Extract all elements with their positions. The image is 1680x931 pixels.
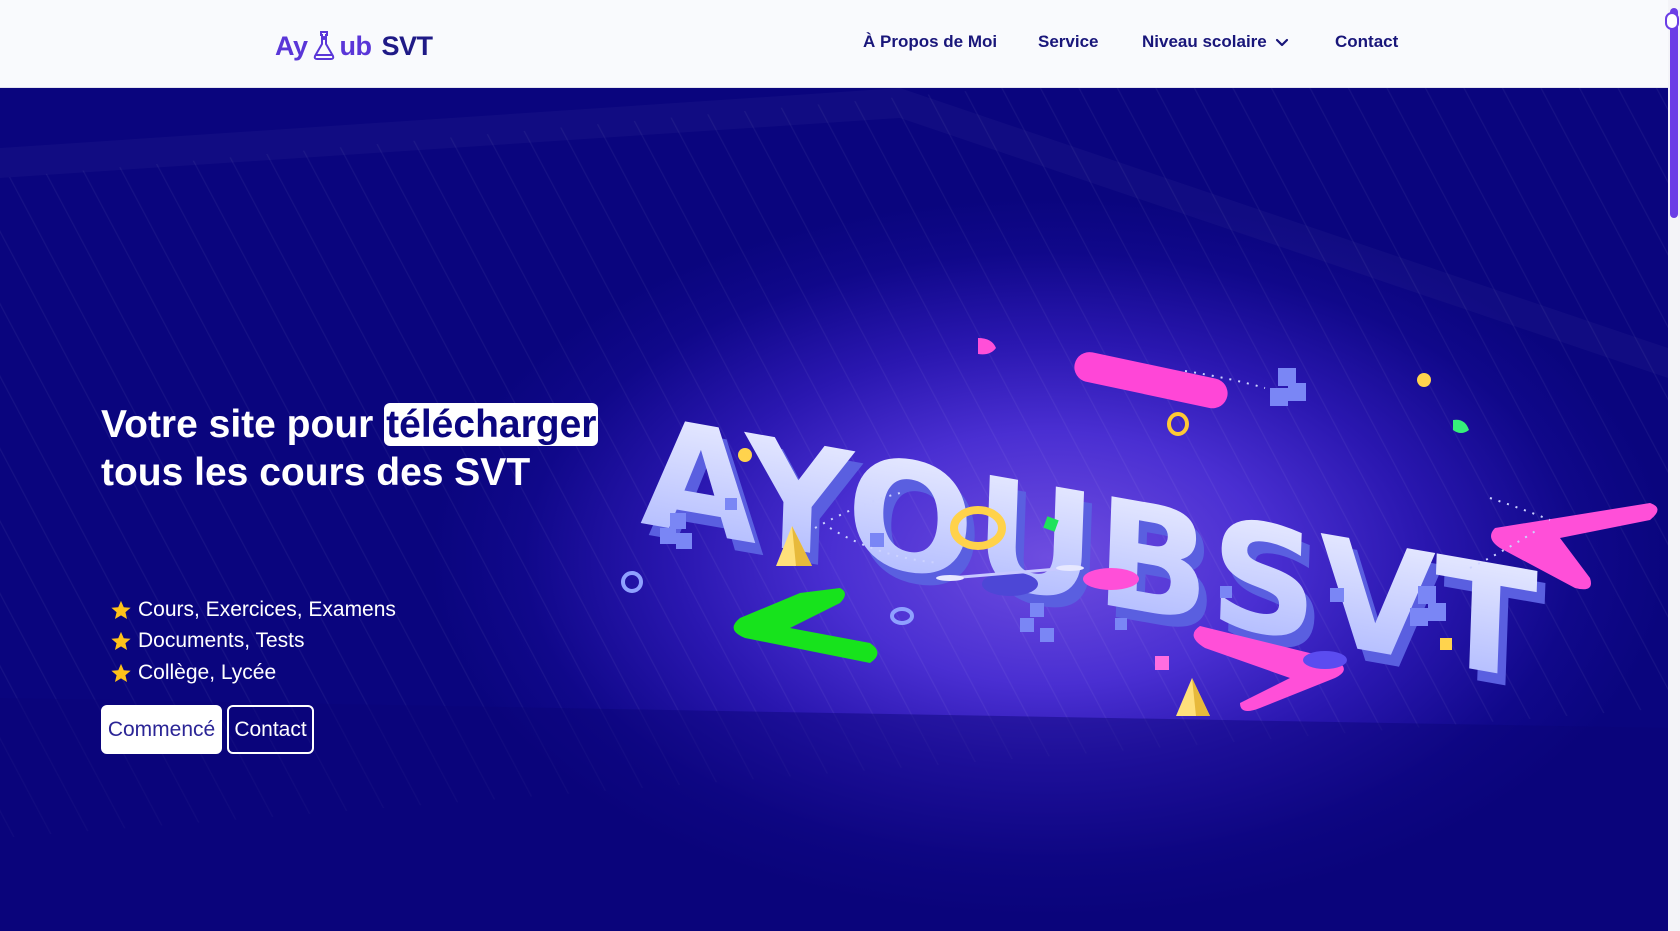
feature-item: Documents, Tests — [110, 626, 396, 658]
site-header: Ay ub SVT À Propos de Moi Service Niveau… — [0, 0, 1668, 88]
hero-title-highlight: télécharger — [384, 403, 599, 446]
start-button[interactable]: Commencé — [101, 705, 222, 754]
hero-title-text: Votre site pour — [101, 403, 374, 446]
nav-item-niveau-scolaire[interactable]: Niveau scolaire — [1142, 32, 1289, 52]
nav-item-label: Service — [1038, 32, 1099, 51]
feature-list: Cours, Exercices, Examens Documents, Tes… — [110, 594, 396, 689]
nav-item-about[interactable]: À Propos de Moi — [863, 32, 997, 52]
chevron-down-icon — [1275, 38, 1288, 47]
feature-text: Cours, Exercices, Examens — [138, 597, 396, 621]
feature-item: Cours, Exercices, Examens — [110, 594, 396, 626]
feature-text: Collège, Lycée — [138, 660, 277, 684]
hero-section: AYOUBSVT AYOUBSVT Votre site pour téléch… — [0, 88, 1668, 931]
star-icon — [111, 600, 131, 619]
hero-title: Votre site pour télécharger tous les cou… — [101, 401, 661, 497]
hero-illustration: AYOUBSVT AYOUBSVT — [0, 88, 1668, 931]
contact-button[interactable]: Contact — [227, 705, 314, 754]
star-icon — [111, 632, 131, 651]
feature-text: Documents, Tests — [138, 629, 305, 653]
hero-title-svt: SVT — [440, 444, 609, 497]
hero-title-line2: tous les cours des SVT — [101, 444, 661, 497]
nav-item-label: Contact — [1335, 32, 1399, 51]
nav-item-contact[interactable]: Contact — [1335, 32, 1398, 52]
scroll-indicator — [1665, 12, 1679, 30]
main-nav: À Propos de Moi Service Niveau scolaire … — [0, 32, 1668, 56]
feature-item: Collège, Lycée — [110, 657, 396, 689]
nav-item-service[interactable]: Service — [1038, 32, 1099, 52]
hero-title-line1: Votre site pour télécharger — [101, 401, 661, 449]
nav-item-label: À Propos de Moi — [863, 32, 998, 51]
nav-item-label: Niveau scolaire — [1142, 32, 1267, 51]
scrollbar-thumb[interactable] — [1670, 8, 1678, 218]
star-icon — [111, 663, 131, 682]
hero-title-text: tous les cours des — [101, 451, 444, 494]
